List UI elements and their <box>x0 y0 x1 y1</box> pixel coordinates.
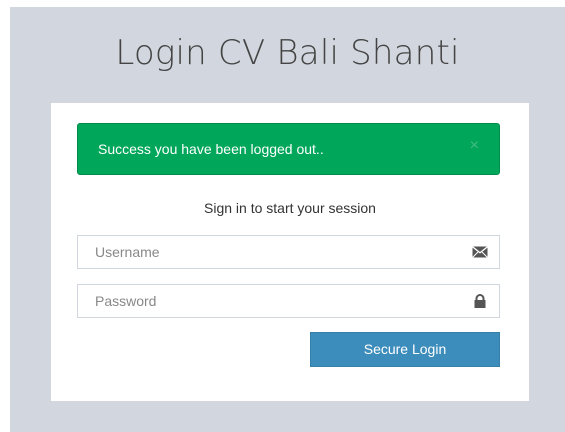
success-alert: Success you have been logged out.. × <box>77 123 500 175</box>
password-group <box>77 284 500 318</box>
username-group <box>77 235 500 269</box>
page: Login CV Bali Shanti Success you have be… <box>0 0 565 432</box>
envelope-icon <box>472 246 488 258</box>
lock-icon <box>474 294 486 308</box>
login-box: Success you have been logged out.. × Sig… <box>51 103 529 401</box>
alert-message: Success you have been logged out.. <box>98 141 324 157</box>
alert-close-button[interactable]: × <box>470 138 479 154</box>
login-box-message: Sign in to start your session <box>204 200 376 216</box>
secure-login-button[interactable]: Secure Login <box>310 332 500 367</box>
username-input[interactable] <box>78 236 475 268</box>
password-input[interactable] <box>78 285 475 317</box>
page-title: Login CV Bali Shanti <box>115 33 460 73</box>
